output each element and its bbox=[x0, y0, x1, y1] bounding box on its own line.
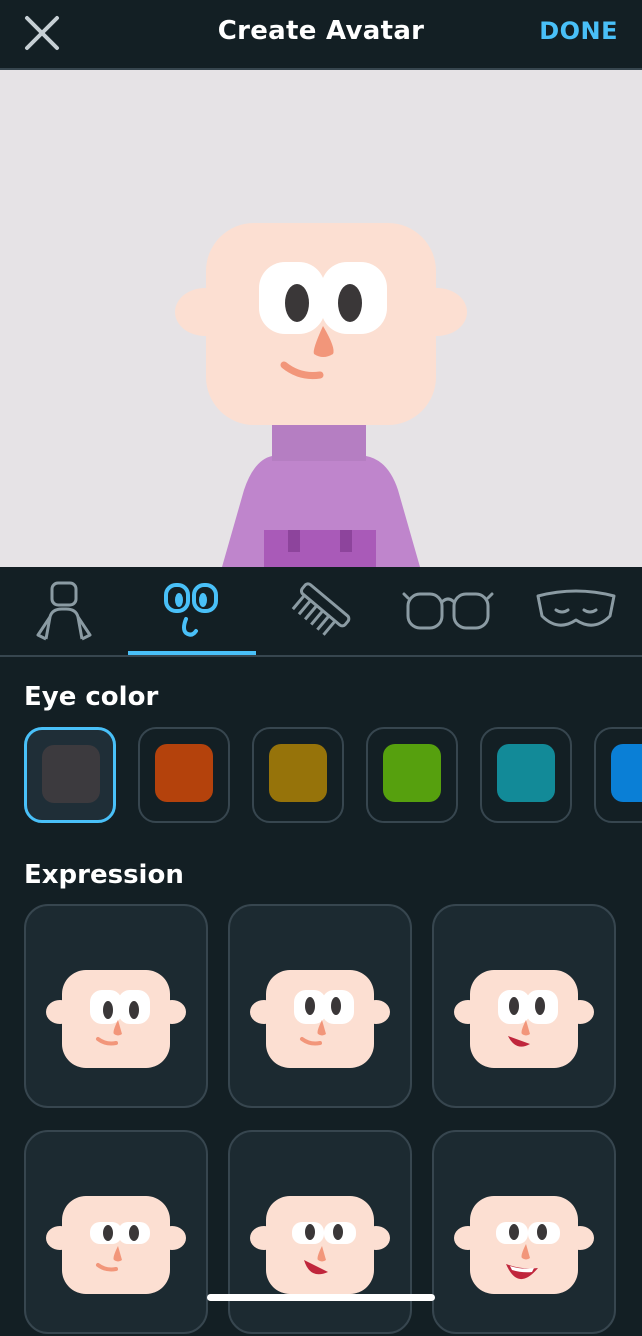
comb-icon bbox=[291, 582, 351, 636]
expression-option[interactable] bbox=[432, 904, 616, 1108]
active-tab-indicator bbox=[128, 651, 256, 655]
top-bar: Create Avatar DONE bbox=[0, 0, 642, 70]
face-icon bbox=[164, 583, 218, 637]
face-thumbnail bbox=[454, 970, 594, 1068]
expression-option[interactable] bbox=[228, 904, 412, 1108]
expression-option[interactable] bbox=[24, 1130, 208, 1334]
expression-option[interactable] bbox=[432, 1130, 616, 1334]
body-icon bbox=[36, 581, 92, 641]
tab-face[interactable] bbox=[128, 567, 256, 655]
tab-body[interactable] bbox=[0, 567, 128, 655]
swatch-fill bbox=[42, 745, 100, 803]
face-thumbnail bbox=[46, 1196, 186, 1294]
face-thumbnail bbox=[250, 1196, 390, 1294]
eye-color-swatch[interactable] bbox=[480, 727, 572, 823]
swatch-fill bbox=[269, 744, 327, 802]
avatar-preview bbox=[0, 70, 642, 567]
expression-option[interactable] bbox=[228, 1130, 412, 1334]
tab-glasses[interactable] bbox=[384, 567, 512, 655]
swatch-fill bbox=[497, 744, 555, 802]
eye-color-swatch[interactable] bbox=[138, 727, 230, 823]
swatch-fill bbox=[155, 744, 213, 802]
expression-option[interactable] bbox=[24, 904, 208, 1108]
mustache-icon bbox=[536, 589, 616, 627]
home-indicator bbox=[207, 1294, 435, 1301]
eye-color-swatch[interactable] bbox=[366, 727, 458, 823]
eye-color-swatch[interactable] bbox=[24, 727, 116, 823]
swatch-fill bbox=[611, 744, 642, 802]
expression-title: Expression bbox=[24, 860, 184, 890]
face-thumbnail bbox=[250, 970, 390, 1068]
swatch-fill bbox=[383, 744, 441, 802]
tab-facial-hair[interactable] bbox=[512, 567, 640, 655]
eye-color-title: Eye color bbox=[24, 682, 159, 712]
glasses-icon bbox=[402, 592, 494, 630]
avatar-illustration bbox=[175, 223, 467, 567]
category-tabs bbox=[0, 567, 642, 657]
eye-color-swatches bbox=[24, 727, 642, 827]
face-thumbnail bbox=[454, 1196, 594, 1294]
eye-color-swatch[interactable] bbox=[252, 727, 344, 823]
tab-hair[interactable] bbox=[256, 567, 384, 655]
eye-color-swatch[interactable] bbox=[594, 727, 642, 823]
done-button[interactable]: DONE bbox=[539, 17, 618, 45]
face-thumbnail bbox=[46, 970, 186, 1068]
